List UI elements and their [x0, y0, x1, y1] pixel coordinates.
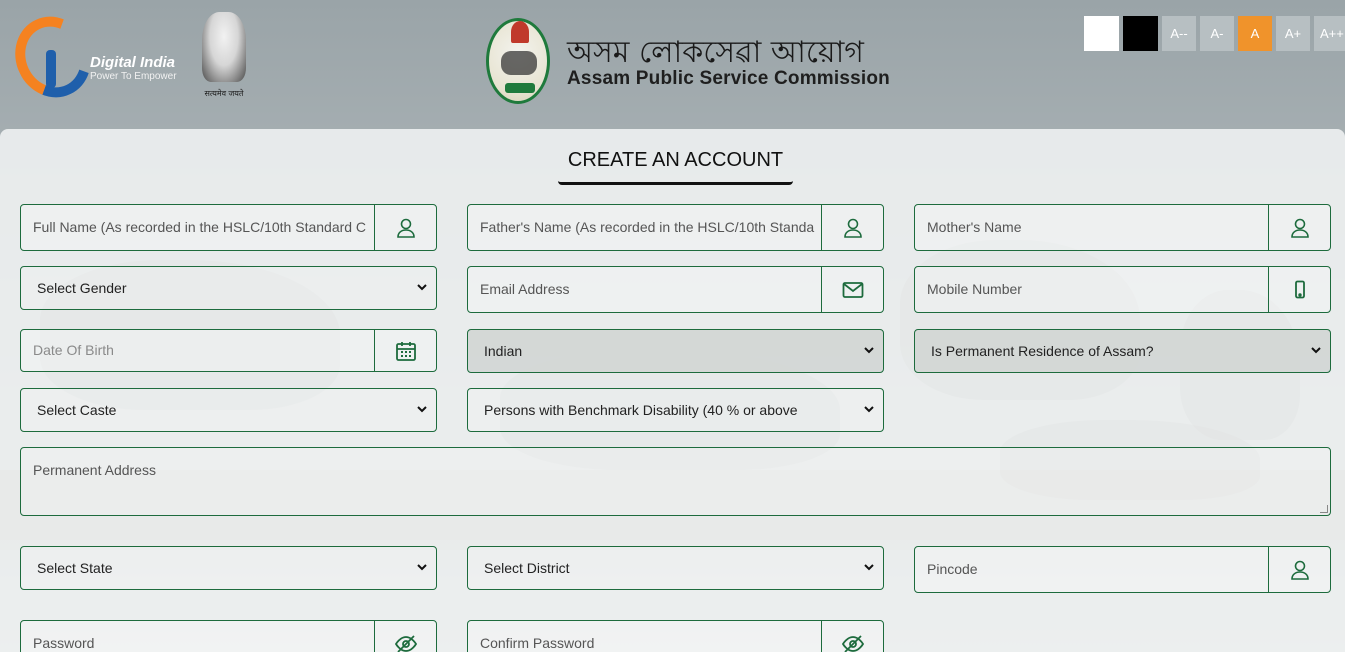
date-of-birth-field[interactable]: Date Of Birth: [20, 329, 437, 372]
site-header: Digital India Power To Empower सत्यमेव ज…: [0, 0, 1345, 130]
email-placeholder: Email Address: [480, 281, 570, 297]
envelope-icon: [821, 267, 883, 312]
user-icon: [821, 205, 883, 250]
disability-select-value: Persons with Benchmark Disability (40 % …: [484, 402, 798, 418]
district-select-value: Select District: [484, 560, 570, 576]
chevron-down-icon: [1311, 347, 1321, 354]
chevron-down-icon: [864, 564, 874, 571]
permanent-residence-select[interactable]: Is Permanent Residence of Assam?: [914, 329, 1331, 373]
caste-select-value: Select Caste: [37, 402, 117, 418]
digital-india-title: Digital India: [90, 54, 176, 71]
confirm-password-field[interactable]: Confirm Password: [467, 620, 884, 652]
gender-select[interactable]: Select Gender: [20, 266, 437, 310]
confirm-password-placeholder: Confirm Password: [480, 635, 595, 651]
father-name-placeholder: Father's Name (As recorded in the HSLC/1…: [480, 219, 815, 235]
disability-select[interactable]: Persons with Benchmark Disability (40 % …: [467, 388, 884, 432]
font-increase-more-button[interactable]: A++: [1314, 16, 1345, 51]
white-theme-button[interactable]: [1084, 16, 1119, 51]
chevron-down-icon: [417, 406, 427, 413]
accessibility-toolbar: A-- A- A A+ A++: [1084, 16, 1345, 51]
mobile-field[interactable]: Mobile Number: [914, 266, 1331, 313]
chevron-down-icon: [417, 564, 427, 571]
national-emblem-logo: सत्यमेव जयते: [196, 12, 252, 100]
emblem-motto: सत्यमेव जयते: [204, 89, 244, 98]
state-select[interactable]: Select State: [20, 546, 437, 590]
font-increase-button[interactable]: A+: [1276, 16, 1310, 51]
create-account-panel: CREATE AN ACCOUNT Full Name (As recorded…: [0, 129, 1345, 652]
password-field[interactable]: Password: [20, 620, 437, 652]
email-field[interactable]: Email Address: [467, 266, 884, 313]
full-name-field[interactable]: Full Name (As recorded in the HSLC/10th …: [20, 204, 437, 251]
eye-slash-icon[interactable]: [374, 621, 436, 652]
font-decrease-button[interactable]: A-: [1200, 16, 1234, 51]
user-icon: [374, 205, 436, 250]
district-select[interactable]: Select District: [467, 546, 884, 590]
gender-select-value: Select Gender: [37, 280, 127, 296]
font-normal-button[interactable]: A: [1238, 16, 1272, 51]
caste-select[interactable]: Select Caste: [20, 388, 437, 432]
eye-slash-icon[interactable]: [821, 621, 883, 652]
org-name-english: Assam Public Service Commission: [567, 68, 890, 89]
permanent-address-textarea[interactable]: Permanent Address: [20, 447, 1331, 516]
digital-india-tagline: Power To Empower: [90, 71, 177, 82]
user-icon: [1268, 547, 1330, 592]
user-icon: [1268, 205, 1330, 250]
pincode-placeholder: Pincode: [927, 561, 978, 577]
font-decrease-more-button[interactable]: A--: [1162, 16, 1196, 51]
resize-handle[interactable]: [1320, 505, 1328, 513]
permanent-address-placeholder: Permanent Address: [33, 462, 156, 478]
state-select-value: Select State: [37, 560, 113, 576]
apsc-seal-logo: [486, 18, 550, 104]
digital-india-logo: Digital India Power To Empower: [2, 4, 184, 110]
pincode-field[interactable]: Pincode: [914, 546, 1331, 593]
chevron-down-icon: [864, 347, 874, 354]
father-name-field[interactable]: Father's Name (As recorded in the HSLC/1…: [467, 204, 884, 251]
chevron-down-icon: [864, 406, 874, 413]
nationality-select[interactable]: Indian: [467, 329, 884, 373]
permanent-residence-select-value: Is Permanent Residence of Assam?: [931, 343, 1154, 359]
mother-name-field[interactable]: Mother's Name: [914, 204, 1331, 251]
password-placeholder: Password: [33, 635, 95, 651]
nationality-select-value: Indian: [484, 343, 523, 359]
chevron-down-icon: [417, 284, 427, 291]
mobile-placeholder: Mobile Number: [927, 281, 1022, 297]
calendar-icon[interactable]: [374, 330, 436, 371]
full-name-placeholder: Full Name (As recorded in the HSLC/10th …: [33, 219, 367, 235]
black-theme-button[interactable]: [1123, 16, 1158, 51]
form-title: CREATE AN ACCOUNT: [558, 149, 793, 185]
mobile-phone-icon: [1268, 267, 1330, 312]
date-of-birth-placeholder: Date Of Birth: [33, 342, 114, 358]
mother-name-placeholder: Mother's Name: [927, 219, 1022, 235]
